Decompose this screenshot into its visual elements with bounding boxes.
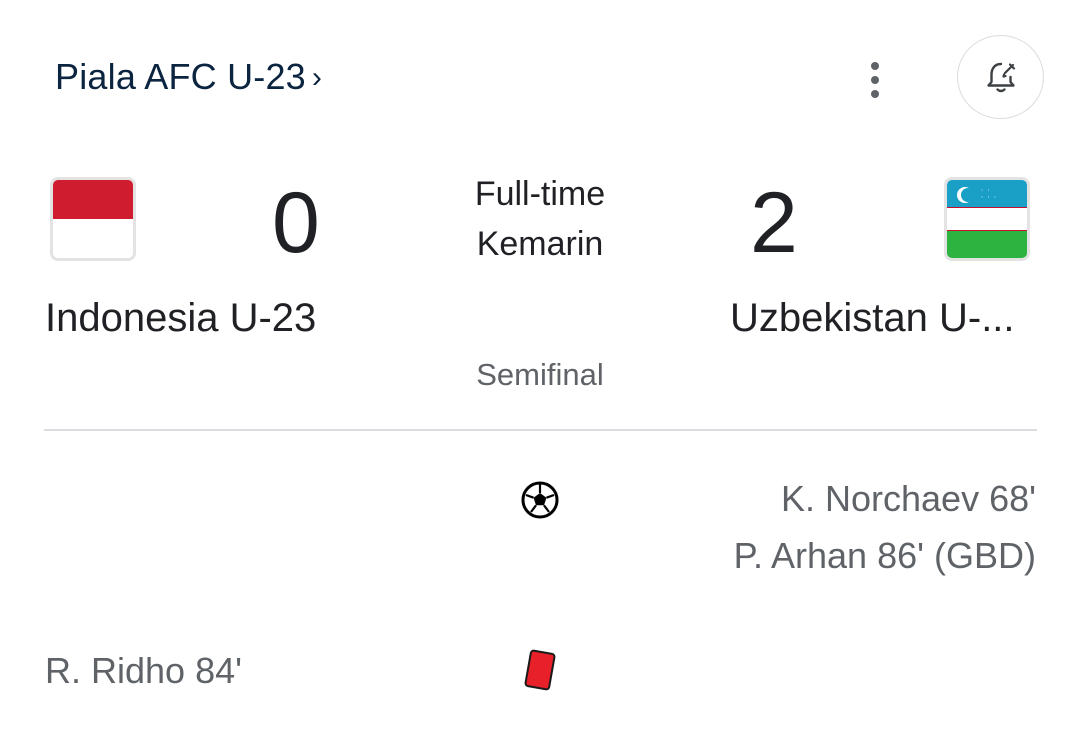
chevron-right-icon: ›: [311, 61, 322, 94]
goal-scorer: K. Norchaev 68': [780, 478, 1036, 519]
match-stage: Semifinal: [476, 357, 604, 392]
more-options-button[interactable]: [856, 58, 894, 102]
divider: [44, 429, 1037, 431]
competition-link[interactable]: Piala AFC U-23 ›: [55, 56, 322, 98]
away-score: 2: [750, 175, 798, 271]
bell-add-icon: [986, 62, 1015, 93]
match-status: Full-time: [474, 175, 606, 213]
red-card-player: R. Ridho 84': [45, 650, 242, 691]
more-vert-icon-dot: [871, 90, 879, 98]
competition-title: Piala AFC U-23: [55, 56, 306, 97]
home-score: 0: [272, 175, 320, 271]
home-team-name[interactable]: Indonesia U-23: [45, 298, 316, 338]
red-card-icon: [524, 649, 556, 691]
more-vert-icon: [871, 62, 879, 70]
goal-scorer: P. Arhan 86' (GBD): [733, 535, 1036, 576]
indonesia-flag: [50, 177, 136, 261]
match-date: Kemarin: [476, 225, 604, 263]
away-team-name[interactable]: Uzbekistan U-...: [730, 298, 1040, 338]
more-vert-icon-dot: [871, 76, 879, 84]
soccer-ball-icon: [521, 481, 559, 519]
uzbekistan-flag: ∙ ∙ ∙ ∙ ∙: [944, 177, 1030, 261]
notification-button[interactable]: [957, 35, 1044, 119]
